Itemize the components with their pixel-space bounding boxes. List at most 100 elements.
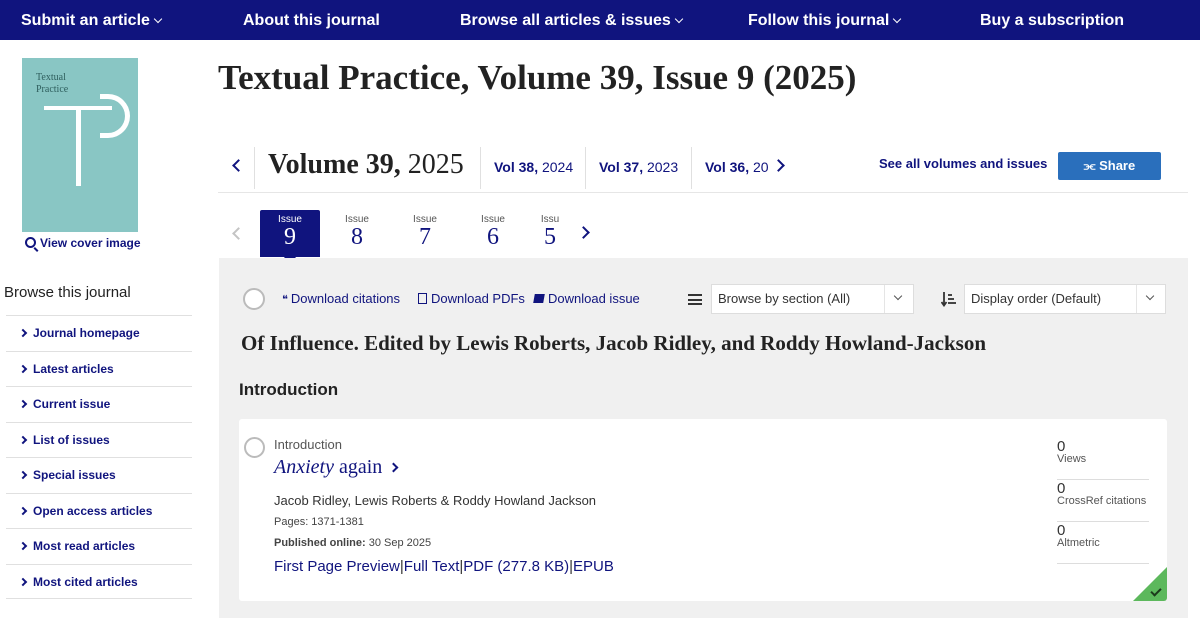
metric-label: CrossRef citations — [1057, 495, 1147, 507]
metric-label: Altmetric — [1057, 537, 1100, 549]
chevron-right-icon — [18, 506, 28, 515]
sidebar-item-label: Special issues — [33, 468, 116, 482]
download-pdfs-link[interactable]: Download PDFs — [418, 291, 525, 306]
nav-label: Browse all articles & issues — [460, 12, 671, 29]
see-all-volumes-link[interactable]: See all volumes and issues — [879, 156, 1047, 171]
nav-follow-journal[interactable]: Follow this journal — [748, 0, 902, 40]
nav-about-journal[interactable]: About this journal — [243, 0, 380, 40]
issue-number: 5 — [544, 224, 556, 250]
metric-label: Views — [1057, 453, 1087, 465]
sort-icon — [941, 292, 956, 307]
chevron-down-icon — [893, 291, 903, 301]
sidebar-item-special-issues[interactable]: Special issues — [6, 457, 192, 493]
sidebar-item-label: Journal homepage — [33, 326, 140, 340]
volume-year: 2024 — [541, 159, 574, 175]
select-all-checkbox[interactable] — [243, 288, 265, 310]
pdf-link[interactable]: PDF (277.8 KB) — [463, 558, 569, 575]
volume-link-38[interactable]: Vol 38, 2024 — [494, 159, 573, 175]
volume-number: Vol 38, — [494, 159, 539, 175]
select-value: Browse by section (All) — [718, 291, 851, 306]
divider — [585, 147, 586, 189]
display-order-select[interactable]: Display order (Default) — [964, 284, 1166, 314]
chevron-right-icon — [18, 470, 28, 480]
article-title-rest: again — [333, 456, 383, 478]
metric-altmetric: 0 Altmetric — [1057, 522, 1149, 564]
chevron-right-icon — [18, 328, 28, 338]
divider — [691, 147, 692, 189]
previous-issue-arrow-icon[interactable] — [232, 227, 245, 240]
nav-label: Submit an article — [21, 12, 150, 29]
sidebar-item-journal-homepage[interactable]: Journal homepage — [6, 315, 192, 351]
sidebar-item-most-read[interactable]: Most read articles — [6, 528, 192, 564]
sidebar-item-list-of-issues[interactable]: List of issues — [6, 421, 192, 458]
epub-link[interactable]: EPUB — [573, 558, 614, 575]
chevron-right-icon — [388, 462, 399, 473]
nav-label: Follow this journal — [748, 12, 890, 29]
sidebar-item-most-cited[interactable]: Most cited articles — [6, 563, 192, 599]
download-issue-link[interactable]: Download issue — [533, 291, 640, 306]
download-issue-label: Download issue — [548, 291, 640, 306]
share-label: Share — [1099, 158, 1136, 173]
cover-title-line: Textual — [36, 72, 66, 83]
volume-number: Vol 37, — [599, 159, 644, 175]
sidebar-item-current-issue[interactable]: Current issue — [6, 386, 192, 422]
sidebar-item-label: Open access articles — [33, 503, 153, 518]
divider — [1136, 285, 1137, 313]
view-cover-image-link[interactable]: View cover image — [25, 236, 141, 250]
cover-letter-t-stem — [76, 106, 81, 186]
first-page-preview-link[interactable]: First Page Preview — [274, 558, 400, 575]
chevron-right-icon — [18, 577, 28, 586]
full-text-link[interactable]: Full Text — [404, 558, 460, 575]
tab-issue-7[interactable]: Issue 7 — [395, 210, 455, 257]
nav-label: About this journal — [243, 12, 380, 29]
sidebar-nav: Journal homepage Latest articles Current… — [6, 315, 192, 599]
page-title: Textual Practice, Volume 39, Issue 9 (20… — [218, 58, 857, 97]
tab-issue-5[interactable]: Issu 5 — [530, 210, 570, 257]
sidebar-item-label: Most read articles — [33, 539, 136, 553]
quote-icon: ❝ — [282, 294, 288, 306]
nav-label: Buy a subscription — [980, 12, 1125, 29]
next-issue-arrow-icon[interactable] — [577, 226, 590, 239]
article-access-links: First Page Preview|Full Text|PDF (277.8 … — [274, 558, 614, 575]
next-volume-arrow-icon[interactable] — [772, 159, 785, 172]
journal-cover-image[interactable]: Textual Practice — [22, 58, 138, 232]
top-navigation: Submit an article About this journal Bro… — [0, 0, 1200, 40]
current-volume: Volume 39, 2025 — [268, 149, 464, 181]
article-select-checkbox[interactable] — [244, 437, 265, 458]
view-cover-label: View cover image — [40, 236, 141, 250]
issue-contents-panel: ❝ Download citations Download PDFs Downlo… — [219, 258, 1188, 618]
sidebar-item-label: Latest articles — [33, 361, 114, 376]
volume-link-36[interactable]: Vol 36, 20 — [705, 159, 769, 175]
book-icon — [533, 294, 545, 303]
tab-issue-6[interactable]: Issue 6 — [463, 210, 523, 257]
sidebar-item-latest-articles[interactable]: Latest articles — [6, 350, 192, 387]
browse-by-section-select[interactable]: Browse by section (All) — [711, 284, 914, 314]
sidebar-item-label: List of issues — [33, 432, 110, 447]
volume-navigation: Volume 39, 2025 Vol 38, 2024 Vol 37, 202… — [218, 145, 1188, 193]
chevron-down-icon — [893, 14, 902, 24]
nav-submit-article[interactable]: Submit an article — [21, 0, 163, 40]
share-button[interactable]: ⫘ Share — [1058, 152, 1161, 180]
sidebar-item-open-access[interactable]: Open access articles — [6, 492, 192, 529]
previous-volume-arrow-icon[interactable] — [232, 159, 245, 172]
chevron-down-icon — [1145, 291, 1155, 301]
download-pdfs-label: Download PDFs — [431, 291, 525, 306]
chevron-right-icon — [18, 399, 28, 409]
sidebar-item-label: Current issue — [33, 397, 111, 411]
cover-title: Textual Practice — [36, 72, 68, 96]
article-pages: Pages: 1371-1381 — [274, 516, 364, 528]
nav-buy-subscription[interactable]: Buy a subscription — [980, 0, 1124, 40]
nav-browse-articles[interactable]: Browse all articles & issues — [460, 0, 684, 40]
download-citations-link[interactable]: ❝ Download citations — [282, 291, 400, 306]
download-citations-label: Download citations — [290, 291, 401, 306]
volume-link-37[interactable]: Vol 37, 2023 — [599, 159, 678, 175]
article-authors: Jacob Ridley, Lewis Roberts & Roddy Howl… — [274, 493, 597, 508]
tab-issue-8[interactable]: Issue 8 — [327, 210, 387, 257]
share-icon: ⫘ — [1083, 158, 1100, 173]
issue-number: 6 — [487, 224, 499, 250]
volume-year: 2023 — [646, 159, 679, 175]
article-title-link[interactable]: Anxiety again — [274, 456, 399, 479]
tab-issue-9[interactable]: Issue 9 — [260, 210, 320, 264]
published-label: Published online: — [274, 537, 366, 549]
document-icon — [418, 293, 427, 304]
